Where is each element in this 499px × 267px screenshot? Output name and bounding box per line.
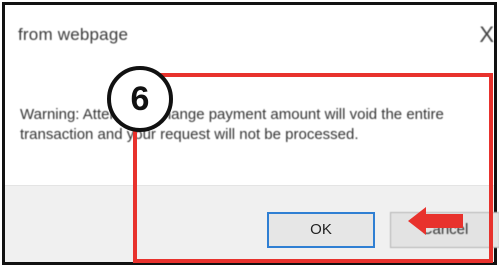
close-icon[interactable]: X xyxy=(478,21,494,49)
step-number-badge: 6 xyxy=(107,66,173,132)
left-arrow-icon xyxy=(408,207,463,235)
dialog-titlebar: from webpage X xyxy=(5,5,494,63)
dialog-title: from webpage xyxy=(18,25,129,44)
